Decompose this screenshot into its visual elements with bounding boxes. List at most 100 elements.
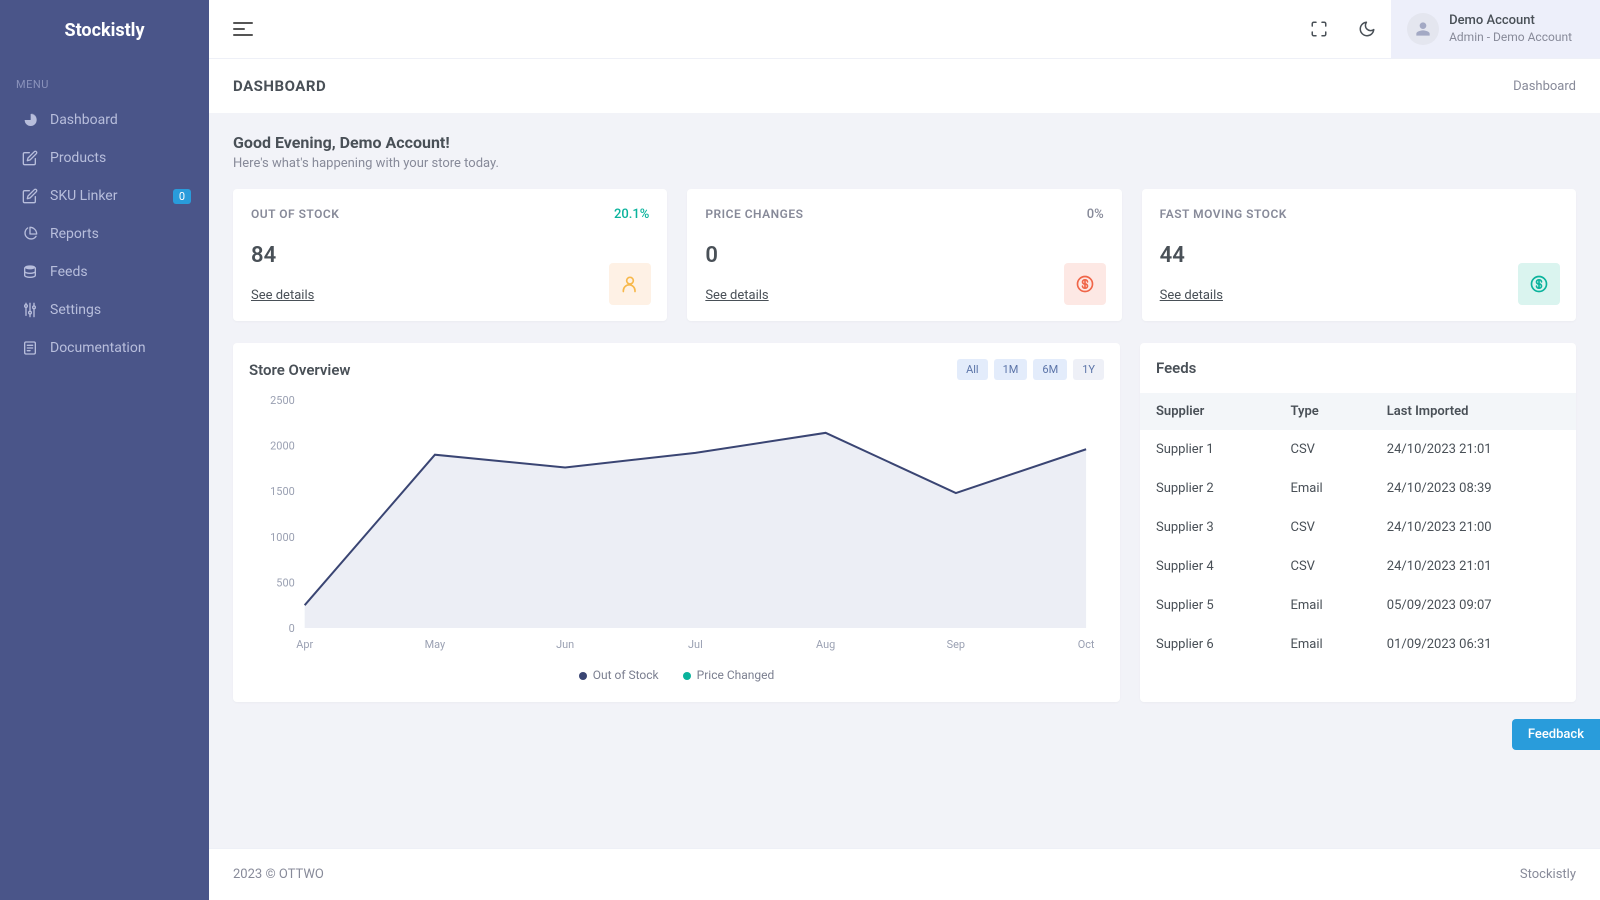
stat-card-price-changes: PRICE CHANGES 0% 0 See details [687, 189, 1121, 321]
store-overview-card: Store Overview All 1M6M 1Y 0 500 1000 1500 200… [233, 343, 1120, 702]
user-icon [1415, 21, 1431, 37]
feeds-row[interactable]: Supplier 1CSV24/10/2023 21:01 [1140, 430, 1576, 469]
feeds-col-supplier: Supplier [1140, 393, 1274, 430]
sidebar-item-products[interactable]: Products [0, 139, 209, 177]
account-name: Demo Account [1449, 13, 1572, 30]
greeting-subtitle: Here's what's happening with your store … [233, 156, 1576, 171]
feeds-supplier: Supplier 4 [1140, 547, 1274, 586]
greeting-title: Good Evening, Demo Account! [233, 133, 1576, 152]
sidebar-item-sku-linker[interactable]: SKU Linker 0 [0, 177, 209, 215]
stat-card-fast-moving-stock: FAST MOVING STOCK 44 See details [1142, 189, 1576, 321]
reports-icon [22, 226, 38, 242]
svg-text:Jul: Jul [688, 638, 703, 651]
feeds-timestamp: 01/09/2023 06:31 [1371, 625, 1576, 664]
svg-text:0: 0 [289, 622, 295, 635]
dollar-circle-icon [1518, 263, 1560, 305]
settings-icon [22, 302, 38, 318]
sidebar-item-reports[interactable]: Reports [0, 215, 209, 253]
feeds-type: CSV [1274, 430, 1370, 469]
legend-item[interactable]: Price Changed [683, 668, 775, 682]
svg-text:1000: 1000 [270, 531, 295, 544]
sidebar-item-dashboard[interactable]: Dashboard [0, 101, 209, 139]
menu-section-label: MENU [0, 63, 209, 101]
footer: 2023 © OTTWO Stockistly [209, 848, 1600, 900]
chart-range-1y[interactable]: 1Y [1073, 359, 1104, 380]
account-text: Demo Account Admin - Demo Account [1449, 13, 1572, 45]
svg-text:May: May [425, 638, 446, 651]
feeds-timestamp: 24/10/2023 21:00 [1371, 508, 1576, 547]
feeds-timestamp: 05/09/2023 09:07 [1371, 586, 1576, 625]
stat-label: OUT OF STOCK [251, 207, 649, 221]
feeds-timestamp: 24/10/2023 21:01 [1371, 430, 1576, 469]
fullscreen-icon [1310, 20, 1328, 38]
account-menu[interactable]: Demo Account Admin - Demo Account [1391, 0, 1600, 58]
feeds-timestamp: 24/10/2023 08:39 [1371, 469, 1576, 508]
see-details-link[interactable]: See details [251, 288, 314, 303]
see-details-link[interactable]: See details [1160, 288, 1223, 303]
svg-text:Apr: Apr [296, 638, 313, 651]
sidebar-badge: 0 [173, 189, 191, 204]
feeds-row[interactable]: Supplier 6Email01/09/2023 06:31 [1140, 625, 1576, 664]
svg-text:Oct: Oct [1078, 638, 1095, 651]
sidebar-toggle-button[interactable] [233, 22, 253, 36]
sidebar-item-label: SKU Linker [50, 188, 117, 204]
svg-text:2000: 2000 [270, 440, 295, 453]
feeds-type: Email [1274, 586, 1370, 625]
breadcrumb[interactable]: Dashboard [1513, 79, 1576, 94]
feeds-row[interactable]: Supplier 2Email24/10/2023 08:39 [1140, 469, 1576, 508]
sidebar-item-label: Documentation [50, 340, 146, 356]
feeds-icon [22, 264, 38, 280]
chart-range-all[interactable]: All [957, 359, 988, 380]
feeds-card: Feeds SupplierTypeLast Imported Supplier… [1140, 343, 1576, 702]
logo[interactable]: Stockistly [0, 0, 209, 63]
feeds-type: CSV [1274, 547, 1370, 586]
chart-title: Store Overview [249, 361, 350, 379]
legend-item[interactable]: Out of Stock [579, 668, 659, 682]
feedback-button[interactable]: Feedback [1512, 719, 1600, 750]
stat-percentage: 20.1% [614, 207, 649, 222]
feeds-row[interactable]: Supplier 5Email05/09/2023 09:07 [1140, 586, 1576, 625]
page-heading: DASHBOARD Dashboard [209, 58, 1600, 113]
feeds-table: SupplierTypeLast Imported Supplier 1CSV2… [1140, 393, 1576, 664]
sidebar-item-settings[interactable]: Settings [0, 291, 209, 329]
feeds-row[interactable]: Supplier 3CSV24/10/2023 21:00 [1140, 508, 1576, 547]
feeds-title: Feeds [1140, 343, 1576, 393]
sidebar-item-documentation[interactable]: Documentation [0, 329, 209, 367]
sidebar-item-label: Reports [50, 226, 99, 242]
feeds-supplier: Supplier 1 [1140, 430, 1274, 469]
feeds-timestamp: 24/10/2023 21:01 [1371, 547, 1576, 586]
feeds-supplier: Supplier 2 [1140, 469, 1274, 508]
account-role: Admin - Demo Account [1449, 30, 1572, 46]
fullscreen-button[interactable] [1299, 9, 1339, 49]
stat-label: PRICE CHANGES [705, 207, 1103, 221]
chart-range-1m[interactable]: 1M [994, 359, 1028, 380]
see-details-link[interactable]: See details [705, 288, 768, 303]
store-overview-chart[interactable]: 05001000150020002500AprMayJunJulAugSepOc… [249, 390, 1104, 662]
feeds-supplier: Supplier 3 [1140, 508, 1274, 547]
feeds-col-last-imported: Last Imported [1371, 393, 1576, 430]
top-header: Demo Account Admin - Demo Account [209, 0, 1600, 58]
feeds-type: CSV [1274, 508, 1370, 547]
sidebar-item-label: Feeds [50, 264, 88, 280]
svg-text:Aug: Aug [816, 638, 835, 651]
avatar [1407, 13, 1439, 45]
moon-icon [1358, 20, 1376, 38]
svg-text:Sep: Sep [947, 638, 965, 651]
sidebar-item-feeds[interactable]: Feeds [0, 253, 209, 291]
svg-text:1500: 1500 [270, 485, 295, 498]
products-icon [22, 150, 38, 166]
chart-range-6m[interactable]: 6M [1033, 359, 1067, 380]
sku-linker-icon [22, 188, 38, 204]
feeds-type: Email [1274, 469, 1370, 508]
svg-text:500: 500 [276, 576, 294, 589]
feeds-row[interactable]: Supplier 4CSV24/10/2023 21:01 [1140, 547, 1576, 586]
page-title: DASHBOARD [233, 77, 326, 95]
feeds-col-type: Type [1274, 393, 1370, 430]
feeds-supplier: Supplier 6 [1140, 625, 1274, 664]
stat-value: 44 [1160, 243, 1558, 268]
sidebar-item-label: Settings [50, 302, 101, 318]
dark-mode-button[interactable] [1347, 9, 1387, 49]
sidebar: Stockistly MENU DashboardProductsSKU Lin… [0, 0, 209, 900]
user-circle-icon [609, 263, 651, 305]
stat-value: 84 [251, 243, 649, 268]
